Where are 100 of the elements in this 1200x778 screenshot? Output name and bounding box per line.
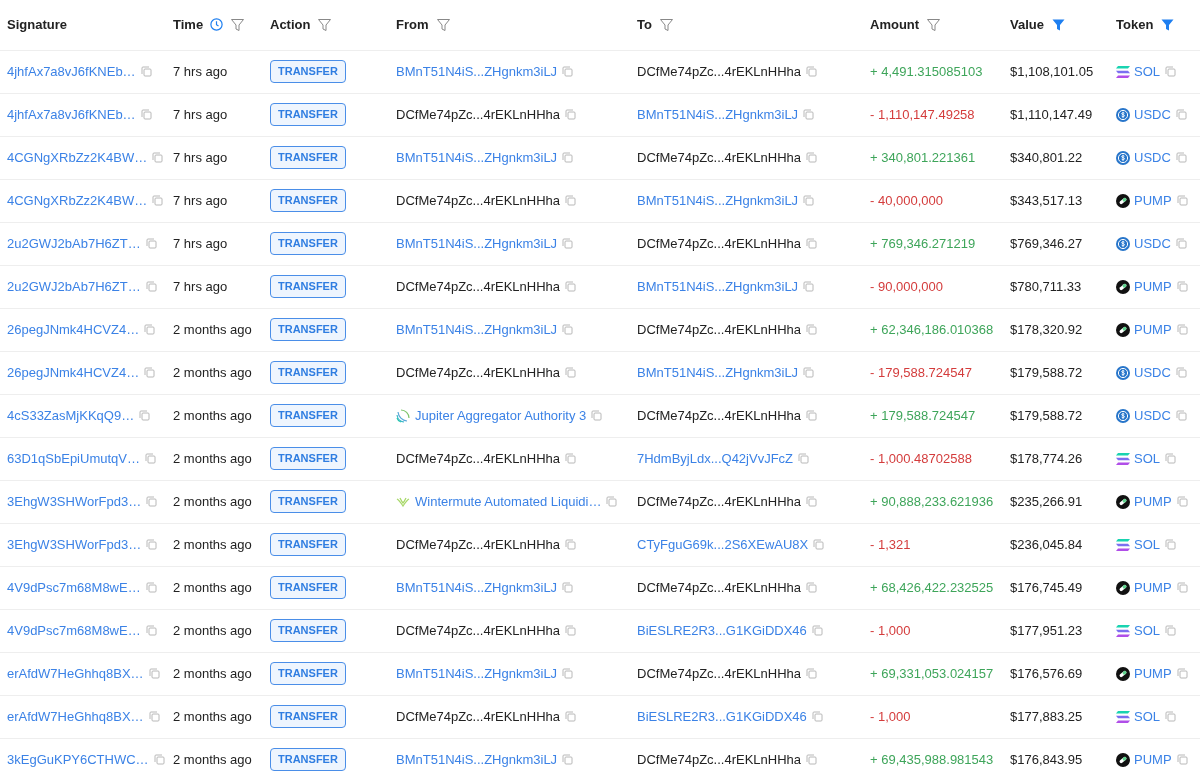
token-link[interactable]: SOL [1134, 706, 1160, 727]
copy-icon[interactable] [562, 66, 574, 77]
copy-icon[interactable] [565, 109, 576, 120]
copy-icon[interactable] [1165, 711, 1176, 722]
copy-icon[interactable] [144, 324, 156, 335]
token-link[interactable]: SOL [1134, 448, 1160, 469]
copy-icon[interactable] [811, 625, 823, 636]
copy-icon[interactable] [562, 668, 574, 679]
signature-link[interactable]: 3EhgW3SHWorFpd3… [7, 534, 142, 555]
copy-icon[interactable] [153, 754, 165, 765]
signature-link[interactable]: erAfdW7HeGhhq8BX… [7, 706, 144, 727]
signature-link[interactable]: 26pegJNmk4HCVZ4… [7, 362, 140, 383]
address-link[interactable]: 7HdmByjLdx...Q42jVvJFcZ [637, 448, 794, 469]
filter-icon[interactable] [1161, 18, 1175, 31]
copy-icon[interactable] [1176, 281, 1188, 292]
copy-icon[interactable] [806, 754, 817, 765]
address-link[interactable]: BMnT51N4iS...ZHgnkm3iLJ [396, 749, 558, 770]
signature-link[interactable]: 2u2GWJ2bAb7H6ZT… [7, 276, 141, 297]
signature-link[interactable]: 3kEgGuKPY6CTHWC… [7, 749, 149, 770]
copy-icon[interactable] [1175, 410, 1187, 421]
copy-icon[interactable] [562, 324, 574, 335]
copy-icon[interactable] [565, 453, 576, 464]
token-link[interactable]: USDC [1134, 147, 1171, 168]
copy-icon[interactable] [803, 195, 815, 206]
copy-icon[interactable] [1176, 582, 1188, 593]
signature-link[interactable]: 26pegJNmk4HCVZ4… [7, 319, 140, 340]
address-link[interactable]: BMnT51N4iS...ZHgnkm3iLJ [396, 577, 558, 598]
copy-icon[interactable] [152, 195, 164, 206]
copy-icon[interactable] [144, 453, 156, 464]
address-link[interactable]: CTyFguG69k...2S6XEwAU8X [637, 534, 809, 555]
copy-icon[interactable] [813, 539, 825, 550]
copy-icon[interactable] [811, 711, 823, 722]
address-link[interactable]: BMnT51N4iS...ZHgnkm3iLJ [396, 319, 558, 340]
address-link[interactable]: BiESLRE2R3...G1KGiDDX46 [637, 620, 807, 641]
token-link[interactable]: PUMP [1134, 319, 1172, 340]
token-link[interactable]: USDC [1134, 405, 1171, 426]
copy-icon[interactable] [562, 754, 574, 765]
copy-icon[interactable] [1175, 152, 1187, 163]
address-link[interactable]: BMnT51N4iS...ZHgnkm3iLJ [637, 190, 799, 211]
address-link[interactable]: BMnT51N4iS...ZHgnkm3iLJ [396, 663, 558, 684]
token-link[interactable]: USDC [1134, 104, 1171, 125]
token-link[interactable]: USDC [1134, 233, 1171, 254]
copy-icon[interactable] [806, 324, 817, 335]
signature-link[interactable]: 4V9dPsc7m68M8wE… [7, 577, 141, 598]
signature-link[interactable]: 4jhfAx7a8vJ6fKNEb… [7, 104, 136, 125]
copy-icon[interactable] [145, 582, 157, 593]
copy-icon[interactable] [140, 66, 152, 77]
copy-icon[interactable] [1165, 625, 1176, 636]
copy-icon[interactable] [1176, 496, 1188, 507]
token-link[interactable]: PUMP [1134, 491, 1172, 512]
copy-icon[interactable] [145, 238, 157, 249]
copy-icon[interactable] [139, 410, 151, 421]
copy-icon[interactable] [146, 539, 158, 550]
signature-link[interactable]: 4jhfAx7a8vJ6fKNEb… [7, 61, 136, 82]
copy-icon[interactable] [806, 238, 817, 249]
clock-icon[interactable] [210, 18, 224, 32]
copy-icon[interactable] [806, 152, 817, 163]
copy-icon[interactable] [145, 281, 157, 292]
token-link[interactable]: SOL [1134, 534, 1160, 555]
copy-icon[interactable] [562, 582, 574, 593]
address-link[interactable]: BiESLRE2R3...G1KGiDDX46 [637, 706, 807, 727]
token-link[interactable]: PUMP [1134, 577, 1172, 598]
copy-icon[interactable] [565, 539, 576, 550]
copy-icon[interactable] [565, 195, 576, 206]
token-link[interactable]: SOL [1134, 61, 1160, 82]
token-link[interactable]: PUMP [1134, 749, 1172, 770]
signature-link[interactable]: 4CGNgXRbZz2K4BW… [7, 147, 148, 168]
copy-icon[interactable] [140, 109, 152, 120]
filter-icon[interactable] [927, 18, 941, 31]
copy-icon[interactable] [806, 410, 817, 421]
filter-icon[interactable] [318, 18, 332, 31]
signature-link[interactable]: 4V9dPsc7m68M8wE… [7, 620, 141, 641]
address-link[interactable]: BMnT51N4iS...ZHgnkm3iLJ [396, 61, 558, 82]
token-link[interactable]: USDC [1134, 362, 1171, 383]
signature-link[interactable]: erAfdW7HeGhhq8BX… [7, 663, 144, 684]
signature-link[interactable]: 2u2GWJ2bAb7H6ZT… [7, 233, 141, 254]
signature-link[interactable]: 3EhgW3SHWorFpd3… [7, 491, 142, 512]
token-link[interactable]: PUMP [1134, 663, 1172, 684]
copy-icon[interactable] [565, 625, 576, 636]
copy-icon[interactable] [606, 496, 618, 507]
filter-icon[interactable] [231, 18, 245, 31]
copy-icon[interactable] [1175, 238, 1187, 249]
signature-link[interactable]: 4CGNgXRbZz2K4BW… [7, 190, 148, 211]
copy-icon[interactable] [798, 453, 810, 464]
filter-icon[interactable] [659, 18, 673, 31]
copy-icon[interactable] [803, 281, 815, 292]
copy-icon[interactable] [148, 711, 160, 722]
copy-icon[interactable] [152, 152, 164, 163]
copy-icon[interactable] [1165, 66, 1176, 77]
address-link[interactable]: BMnT51N4iS...ZHgnkm3iLJ [637, 362, 799, 383]
token-link[interactable]: PUMP [1134, 190, 1172, 211]
address-link[interactable]: BMnT51N4iS...ZHgnkm3iLJ [637, 276, 799, 297]
copy-icon[interactable] [803, 109, 815, 120]
copy-icon[interactable] [145, 625, 157, 636]
token-link[interactable]: PUMP [1134, 276, 1172, 297]
copy-icon[interactable] [1176, 195, 1188, 206]
filter-icon[interactable] [436, 18, 450, 31]
address-link[interactable]: BMnT51N4iS...ZHgnkm3iLJ [396, 233, 558, 254]
signature-link[interactable]: 4cS33ZasMjKKqQ9… [7, 405, 135, 426]
copy-icon[interactable] [806, 668, 817, 679]
